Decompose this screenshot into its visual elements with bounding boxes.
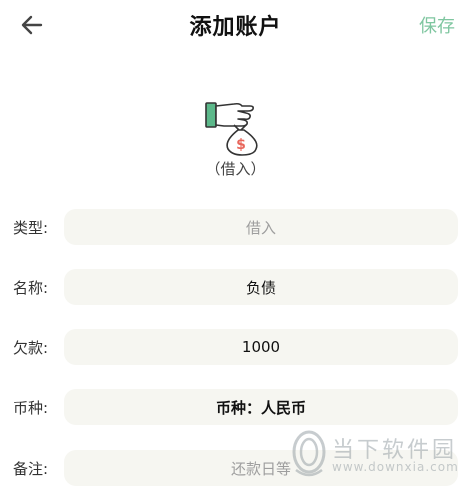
type-label: 类型: — [13, 219, 49, 237]
watermark-logo-icon — [292, 430, 326, 477]
watermark-url: www.downxia.com — [332, 460, 459, 474]
name-field[interactable]: 负债 — [64, 269, 458, 305]
form-row-currency: 币种: 币种：人民币 — [0, 389, 471, 425]
form-row-debt: 欠款: 1000 — [0, 329, 471, 365]
account-type-caption: （借入） — [205, 160, 266, 178]
form-row-name: 名称: 负债 — [0, 269, 471, 305]
account-type-illustration: $ — [0, 97, 471, 161]
svg-text:$: $ — [236, 137, 246, 153]
debt-amount-field[interactable]: 1000 — [64, 329, 458, 365]
currency-label: 币种: — [13, 399, 49, 417]
type-field[interactable]: 借入 — [64, 209, 458, 245]
debt-label: 欠款: — [13, 339, 49, 357]
form-row-type: 类型: 借入 — [0, 209, 471, 245]
note-label: 备注: — [13, 460, 49, 478]
name-label: 名称: — [13, 279, 49, 297]
money-bag-hand-icon: $ — [204, 102, 258, 156]
save-button[interactable]: 保存 — [419, 12, 455, 38]
currency-field[interactable]: 币种：人民币 — [64, 389, 458, 425]
top-bar: 添加账户 保存 — [0, 0, 471, 52]
watermark: 当下软件园 www.downxia.com — [286, 430, 466, 486]
page-title: 添加账户 — [189, 15, 282, 40]
